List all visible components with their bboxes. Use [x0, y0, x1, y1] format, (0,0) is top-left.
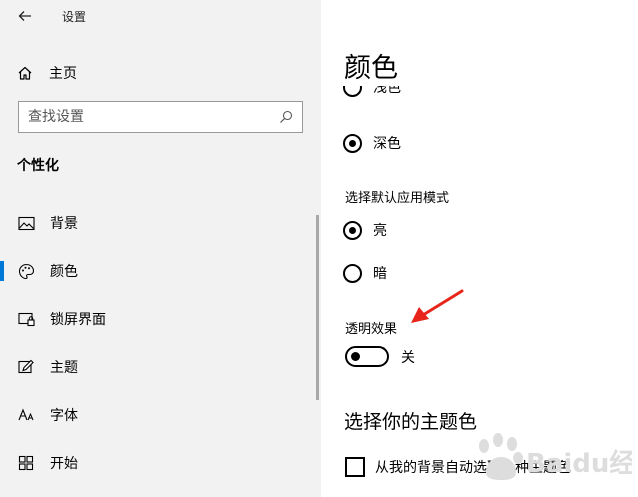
home-icon	[15, 63, 35, 83]
active-indicator	[0, 261, 4, 281]
search-input[interactable]	[19, 108, 276, 126]
font-icon	[16, 405, 36, 425]
sidebar-item-start[interactable]: 开始	[0, 446, 316, 480]
watermark-text: Baidu经验	[526, 448, 632, 479]
page-title: 颜色	[344, 53, 398, 84]
sidebar-item-lock-screen[interactable]: 锁屏界面	[0, 302, 316, 336]
sidebar-item-label: 字体	[50, 408, 78, 424]
main-content: 颜色 浅色 深色 选择默认应用模式 亮 暗 透明效果 关 选择你的主题色 从我的…	[321, 0, 638, 497]
radio-label: 暗	[373, 266, 387, 282]
toggle-state-label: 关	[401, 350, 415, 366]
search-box[interactable]	[18, 101, 303, 133]
accent-color-heading: 选择你的主题色	[344, 411, 478, 433]
back-button[interactable]	[14, 6, 36, 26]
section-title: 个性化	[17, 158, 59, 174]
transparency-label: 透明效果	[345, 322, 398, 337]
radio-button[interactable]	[343, 133, 362, 153]
radio-button[interactable]	[343, 263, 362, 283]
theme-icon	[16, 357, 36, 377]
start-icon	[16, 453, 36, 473]
transparency-toggle[interactable]	[345, 346, 389, 367]
lock-screen-icon	[16, 309, 36, 329]
sidebar-item-background[interactable]: 背景	[0, 206, 316, 240]
sidebar-item-home[interactable]: 主页	[0, 56, 321, 90]
scroll-clip: 浅色	[321, 86, 638, 110]
app-mode-label: 选择默认应用模式	[345, 191, 450, 206]
sidebar-item-label: 主题	[50, 360, 78, 376]
sidebar-item-fonts[interactable]: 字体	[0, 398, 316, 432]
search-icon[interactable]	[276, 107, 296, 127]
sidebar-item-label: 开始	[50, 456, 78, 472]
sidebar-item-themes[interactable]: 主题	[0, 350, 316, 384]
radio-option-light[interactable]: 浅色	[343, 86, 401, 97]
settings-sidebar: 设置 主页 个性化 背景	[0, 0, 321, 497]
checkbox[interactable]	[345, 457, 365, 477]
radio-label: 深色	[373, 136, 401, 152]
sidebar-item-label: 背景	[50, 216, 78, 232]
window-title: 设置	[62, 10, 87, 24]
toggle-knob	[351, 352, 360, 361]
radio-option-light-app[interactable]: 亮	[343, 220, 387, 240]
radio-option-dark-app[interactable]: 暗	[343, 263, 387, 283]
annotation-arrow-icon	[411, 289, 464, 323]
radio-button[interactable]	[343, 86, 362, 97]
baidu-watermark-icon: Baidu经验	[479, 433, 632, 480]
back-arrow-icon	[18, 11, 31, 21]
radio-label: 亮	[373, 223, 387, 239]
sidebar-item-label: 颜色	[50, 264, 78, 280]
picture-icon	[16, 213, 36, 233]
sidebar-item-colors[interactable]: 颜色	[0, 254, 316, 288]
sidebar-item-label: 主页	[49, 66, 77, 82]
radio-label: 浅色	[373, 86, 401, 96]
radio-button[interactable]	[343, 220, 362, 240]
palette-icon	[16, 261, 36, 281]
radio-option-dark[interactable]: 深色	[343, 133, 401, 153]
sidebar-scrollbar[interactable]	[316, 215, 319, 400]
sidebar-item-label: 锁屏界面	[50, 312, 106, 328]
